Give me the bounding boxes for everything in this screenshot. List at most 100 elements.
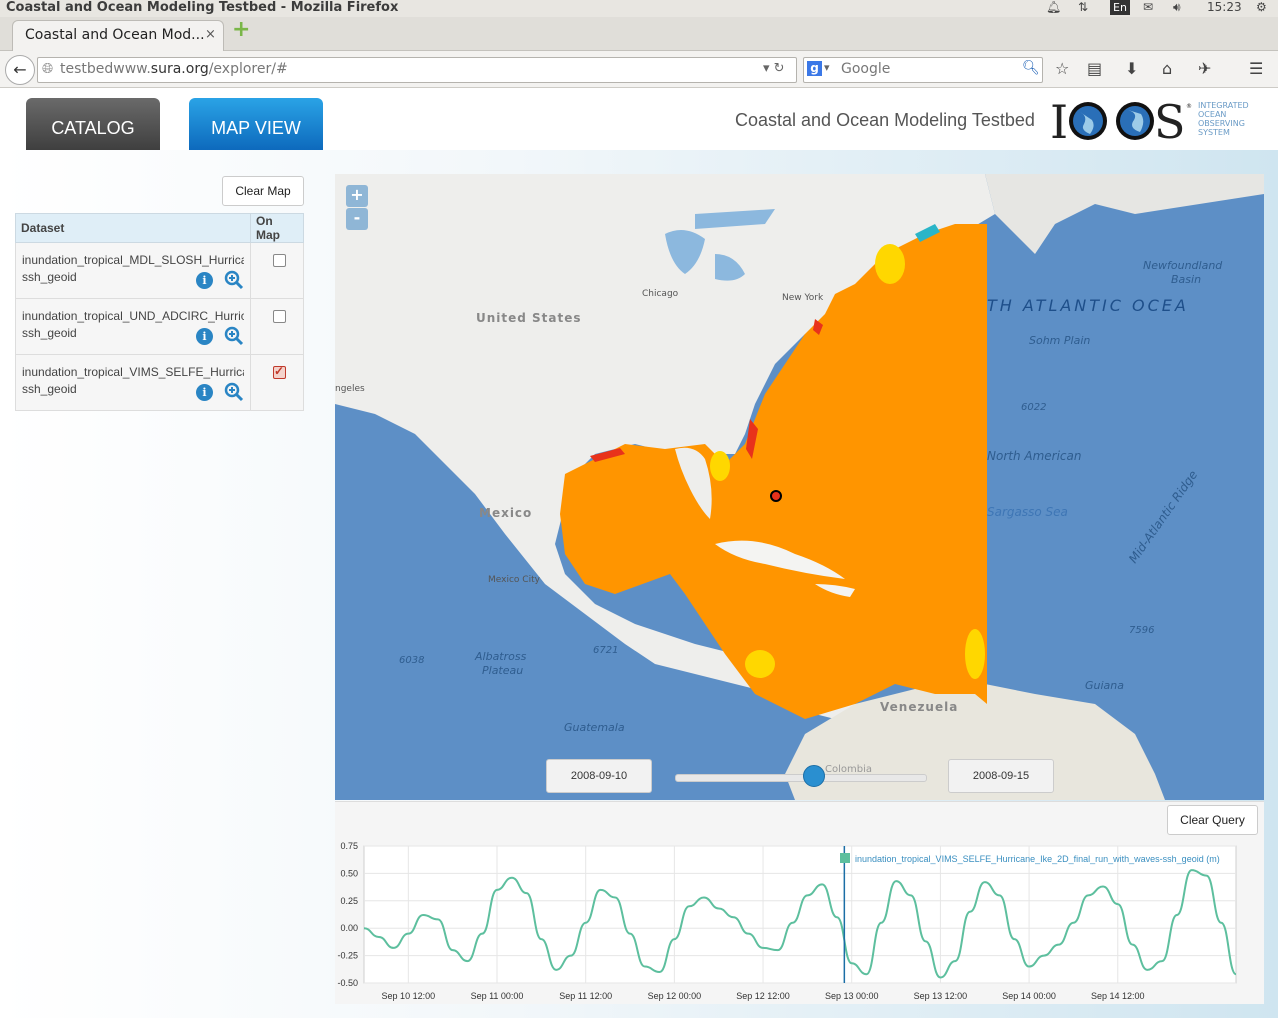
dataset-variable: ssh_geoid: [22, 382, 77, 396]
home-icon[interactable]: ⌂: [1162, 59, 1172, 78]
url-prefix: testbedwww.: [60, 61, 151, 77]
search-icon[interactable]: 🔍︎: [1022, 60, 1040, 76]
map-label: Sargasso Sea: [987, 505, 1068, 519]
clear-query-button[interactable]: Clear Query: [1167, 805, 1258, 835]
x-tick-label: Sep 12 12:00: [736, 991, 790, 1001]
x-tick-label: Sep 14 12:00: [1091, 991, 1145, 1001]
x-tick-label: Sep 13 00:00: [825, 991, 879, 1001]
content-area: Clear Map Dataset On Map inundation_trop…: [0, 150, 1278, 1018]
notification-icon[interactable]: 🔔︎: [1046, 0, 1061, 15]
dataset-name: inundation_tropical_UND_ADCIRC_Hurricane…: [22, 309, 244, 323]
x-tick-label: Sep 14 00:00: [1002, 991, 1056, 1001]
browser-tab-active[interactable]: Coastal and Ocean Mod... ×: [12, 20, 224, 51]
logo-tagline-3: OBSERVING: [1198, 119, 1245, 128]
zoom-in-button[interactable]: +: [346, 185, 368, 207]
y-tick-label: 0.25: [340, 896, 358, 906]
clear-map-button[interactable]: Clear Map: [222, 176, 304, 206]
close-tab-icon[interactable]: ×: [205, 27, 216, 42]
browser-nav-bar: ← 🌐︎ testbedwww.sura.org/explorer/# ▾ ↻ …: [0, 51, 1278, 88]
google-icon[interactable]: g: [807, 61, 822, 76]
map-label: Guatemala: [564, 721, 625, 734]
svg-text:®: ®: [1186, 103, 1192, 110]
logo-tagline-1: INTEGRATED: [1198, 101, 1249, 110]
x-tick-label: Sep 12 00:00: [648, 991, 702, 1001]
map-label: United States: [476, 311, 582, 325]
dataset-variable: ssh_geoid: [22, 270, 77, 284]
map-label: TH ATLANTIC OCEA: [987, 296, 1189, 315]
url-path: /explorer/#: [208, 61, 288, 77]
map-label: Mexico: [479, 506, 532, 520]
time-slider-track[interactable]: [675, 774, 927, 782]
browser-tab-bar: Coastal and Ocean Mod... × +: [0, 17, 1278, 51]
map-label: 7596: [1129, 625, 1154, 636]
dataset-name: inundation_tropical_VIMS_SELFE_Hurricane…: [22, 365, 244, 379]
dataset-variable: ssh_geoid: [22, 326, 77, 340]
map-label: ngeles: [335, 384, 365, 394]
timeseries-chart[interactable]: 0.750.500.250.00-0.25-0.50 Sep 10 12:00 S…: [335, 838, 1264, 1004]
map-label: Chicago: [642, 289, 679, 299]
clock[interactable]: 15:23: [1207, 0, 1242, 15]
x-tick-label: Sep 11 12:00: [559, 991, 612, 1001]
info-icon[interactable]: i: [196, 328, 213, 345]
on-map-checkbox[interactable]: [273, 310, 286, 323]
map-label: North American: [987, 449, 1081, 463]
keyboard-layout-indicator[interactable]: En: [1110, 0, 1130, 15]
url-domain: sura.org: [150, 61, 209, 77]
download-arrow-icon[interactable]: ⬇: [1125, 59, 1138, 78]
bookmark-star-icon[interactable]: ☆: [1055, 59, 1069, 78]
on-map-checkbox[interactable]: [273, 254, 286, 267]
new-tab-plus-icon[interactable]: +: [232, 19, 250, 41]
dataset-column-header: Dataset: [15, 213, 251, 243]
network-icon[interactable]: ⇅: [1078, 0, 1088, 15]
on-map-checkbox-checked[interactable]: [273, 364, 286, 379]
map-label: Albatross: [474, 650, 527, 663]
tab-map-view[interactable]: MAP VIEW: [189, 98, 323, 156]
info-icon[interactable]: i: [196, 384, 213, 401]
map-label: Venezuela: [880, 700, 958, 714]
dataset-row: inundation_tropical_UND_ADCIRC_Hurricane…: [15, 298, 304, 355]
search-bar[interactable]: g ▾ Google 🔍︎: [803, 57, 1043, 83]
on-map-column-header: On Map: [250, 213, 304, 243]
map-label: 6721: [593, 645, 618, 656]
map-label: 6038: [399, 655, 424, 666]
globe-icon: 🌐︎: [42, 61, 54, 77]
zoom-to-icon[interactable]: [224, 270, 244, 290]
time-end-label: 2008-09-15: [948, 759, 1054, 793]
settings-gear-icon[interactable]: ⚙: [1256, 0, 1267, 15]
x-tick-label: Sep 11 00:00: [471, 991, 524, 1001]
zoom-out-button[interactable]: -: [346, 208, 368, 230]
url-text[interactable]: testbedwww.sura.org/explorer/#: [60, 61, 288, 77]
addon-icon[interactable]: ✈: [1198, 59, 1211, 78]
map-label: 6022: [1021, 402, 1046, 413]
map-view[interactable]: United States Mexico Mexico City Chicago…: [335, 174, 1264, 800]
url-bar[interactable]: 🌐︎ testbedwww.sura.org/explorer/# ▾ ↻: [37, 57, 797, 83]
map-label: Plateau: [482, 664, 523, 677]
tab-catalog[interactable]: CATALOG: [26, 98, 160, 156]
dataset-name: inundation_tropical_MDL_SLOSH_Hurricane_…: [22, 253, 244, 267]
time-slider-handle[interactable]: [802, 765, 825, 787]
map-label: Basin: [1171, 273, 1201, 286]
menu-hamburger-icon[interactable]: ☰: [1249, 59, 1263, 78]
map-label: New York: [782, 293, 824, 303]
legend-label: inundation_tropical_VIMS_SELFE_Hurricane…: [855, 854, 1220, 864]
reading-list-icon[interactable]: ▤: [1087, 59, 1102, 78]
app-header: CATALOG MAP VIEW Coastal and Ocean Model…: [0, 88, 1278, 156]
ioos-logo: I S ® INTEGRATED OCEAN OBSERVING SYSTEM: [1050, 98, 1249, 144]
y-tick-label: -0.50: [337, 978, 358, 988]
app-title: Coastal and Ocean Modeling Testbed: [735, 110, 1035, 130]
back-arrow-icon[interactable]: ←: [5, 55, 35, 85]
map-canvas[interactable]: United States Mexico Mexico City Chicago…: [335, 174, 1264, 800]
x-axis: Sep 10 12:00 Sep 11 00:00 Sep 11 12:00 Sep …: [382, 991, 1145, 1001]
y-tick-label: 0.00: [340, 923, 358, 933]
query-point-marker[interactable]: [770, 490, 782, 502]
mail-icon[interactable]: ✉: [1143, 0, 1153, 15]
y-axis: 0.75 0.50 0.25 0.00 -0.25 -0.50: [337, 841, 358, 988]
search-engine-dropdown-icon[interactable]: ▾: [824, 61, 830, 74]
y-tick-label: 0.50: [340, 868, 358, 878]
zoom-to-icon[interactable]: [224, 326, 244, 346]
volume-icon[interactable]: 🔊︎: [1173, 0, 1181, 15]
dropdown-reload-icons[interactable]: ▾ ↻: [763, 61, 785, 76]
info-icon[interactable]: i: [196, 272, 213, 289]
zoom-to-icon[interactable]: [224, 382, 244, 402]
dataset-row: inundation_tropical_MDL_SLOSH_Hurricane_…: [15, 242, 304, 299]
